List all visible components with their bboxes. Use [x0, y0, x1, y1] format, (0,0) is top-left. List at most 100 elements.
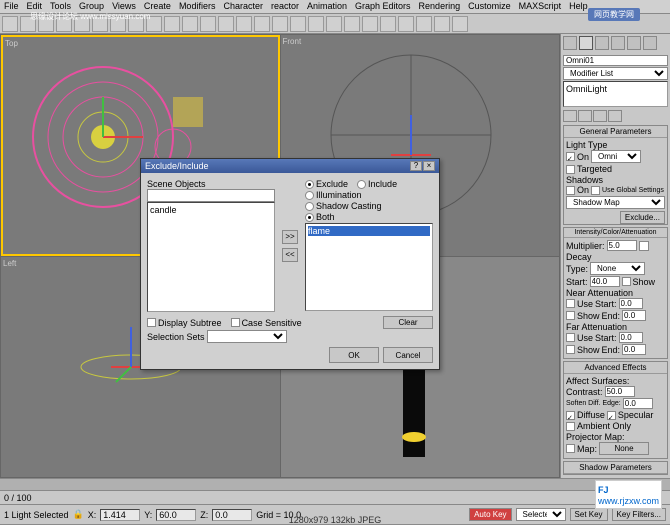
rollout-header[interactable]: Intensity/Color/Attenuation — [564, 228, 667, 238]
far-show-checkbox[interactable] — [566, 345, 575, 354]
toolbar-btn[interactable] — [290, 16, 306, 32]
close-icon[interactable]: × — [423, 161, 435, 171]
display-subtree-checkbox[interactable] — [147, 318, 156, 327]
tab-display[interactable] — [627, 36, 641, 50]
specular-checkbox[interactable] — [607, 411, 616, 420]
toolbar-btn[interactable] — [218, 16, 234, 32]
exclude-radio[interactable] — [305, 180, 314, 189]
toolbar-btn[interactable] — [200, 16, 216, 32]
shadow-type-select[interactable]: Shadow Map — [566, 196, 665, 209]
remove-button[interactable]: << — [282, 248, 298, 262]
map-checkbox[interactable] — [566, 444, 575, 453]
soften-spinner[interactable] — [623, 398, 653, 409]
excluded-list[interactable]: flame — [305, 223, 433, 311]
object-name-field[interactable] — [563, 55, 668, 66]
exclude-button[interactable]: Exclude... — [620, 211, 665, 224]
toolbar-btn[interactable] — [362, 16, 378, 32]
clear-button[interactable]: Clear — [383, 316, 433, 329]
color-swatch[interactable] — [639, 241, 649, 251]
menu-help[interactable]: Help — [569, 1, 588, 12]
stack-btn[interactable] — [608, 110, 622, 122]
menu-modifiers[interactable]: Modifiers — [179, 1, 216, 12]
toolbar-btn[interactable] — [434, 16, 450, 32]
list-item[interactable]: candle — [150, 205, 272, 215]
toolbar-btn[interactable] — [56, 16, 72, 32]
help-icon[interactable]: ? — [410, 161, 422, 171]
ok-button[interactable]: OK — [329, 347, 379, 363]
toolbar-btn[interactable] — [236, 16, 252, 32]
shadowcasting-radio[interactable] — [305, 202, 314, 211]
stack-item[interactable]: OmniLight — [566, 84, 665, 94]
toolbar-btn[interactable] — [326, 16, 342, 32]
add-button[interactable]: >> — [282, 230, 298, 244]
diffuse-checkbox[interactable] — [566, 411, 575, 420]
cancel-button[interactable]: Cancel — [383, 347, 433, 363]
menu-tools[interactable]: Tools — [50, 1, 71, 12]
toolbar-btn[interactable] — [272, 16, 288, 32]
near-show-checkbox[interactable] — [566, 311, 575, 320]
both-radio[interactable] — [305, 213, 314, 222]
menu-views[interactable]: Views — [112, 1, 136, 12]
toolbar-btn[interactable] — [254, 16, 270, 32]
ambient-checkbox[interactable] — [566, 422, 575, 431]
menu-file[interactable]: File — [4, 1, 19, 12]
menu-rendering[interactable]: Rendering — [419, 1, 461, 12]
menu-grapheditors[interactable]: Graph Editors — [355, 1, 411, 12]
toolbar-btn[interactable] — [182, 16, 198, 32]
rollout-header[interactable]: General Parameters — [564, 126, 667, 138]
modifier-list[interactable]: Modifier List — [563, 67, 668, 80]
toolbar-btn[interactable] — [110, 16, 126, 32]
stack-btn[interactable] — [593, 110, 607, 122]
shadows-on-checkbox[interactable] — [566, 186, 575, 195]
menu-edit[interactable]: Edit — [27, 1, 43, 12]
on-checkbox[interactable] — [566, 152, 575, 161]
toolbar-btn[interactable] — [146, 16, 162, 32]
include-radio[interactable] — [357, 180, 366, 189]
stack-btn[interactable] — [563, 110, 577, 122]
tab-utilities[interactable] — [643, 36, 657, 50]
list-item[interactable]: flame — [308, 226, 430, 236]
selection-sets-select[interactable] — [207, 330, 287, 343]
targeted-checkbox[interactable] — [566, 165, 575, 174]
decay-start-spinner[interactable] — [590, 276, 620, 287]
toolbar-btn[interactable] — [92, 16, 108, 32]
menu-animation[interactable]: Animation — [307, 1, 347, 12]
toolbar-btn[interactable] — [380, 16, 396, 32]
rollout-header[interactable]: Shadow Parameters — [564, 462, 667, 474]
toolbar-btn[interactable] — [164, 16, 180, 32]
multiplier-spinner[interactable] — [607, 240, 637, 251]
menu-create[interactable]: Create — [144, 1, 171, 12]
far-use-checkbox[interactable] — [566, 333, 575, 342]
tab-motion[interactable] — [611, 36, 625, 50]
stack-btn[interactable] — [578, 110, 592, 122]
toolbar-btn[interactable] — [308, 16, 324, 32]
toolbar-btn[interactable] — [128, 16, 144, 32]
far-start-spinner[interactable] — [619, 332, 643, 343]
near-start-spinner[interactable] — [619, 298, 643, 309]
near-use-checkbox[interactable] — [566, 299, 575, 308]
rollout-header[interactable]: Advanced Effects — [564, 362, 667, 374]
menu-character[interactable]: Character — [223, 1, 263, 12]
global-checkbox[interactable] — [591, 186, 600, 195]
toolbar-btn[interactable] — [20, 16, 36, 32]
tab-hierarchy[interactable] — [595, 36, 609, 50]
contrast-spinner[interactable] — [605, 386, 635, 397]
toolbar-btn[interactable] — [344, 16, 360, 32]
scene-objects-list[interactable]: candle — [147, 202, 275, 312]
toolbar-btn[interactable] — [2, 16, 18, 32]
toolbar-btn[interactable] — [74, 16, 90, 32]
filter-input[interactable] — [147, 189, 275, 202]
tab-modify[interactable] — [579, 36, 593, 50]
dialog-titlebar[interactable]: Exclude/Include ?× — [141, 159, 439, 173]
menu-maxscript[interactable]: MAXScript — [519, 1, 562, 12]
show-checkbox[interactable] — [622, 277, 631, 286]
toolbar-btn[interactable] — [452, 16, 468, 32]
light-type-select[interactable]: Omni — [591, 150, 641, 163]
decay-select[interactable]: None — [590, 262, 645, 275]
case-sensitive-checkbox[interactable] — [231, 318, 240, 327]
menu-group[interactable]: Group — [79, 1, 104, 12]
toolbar-btn[interactable] — [38, 16, 54, 32]
timeline[interactable] — [0, 478, 670, 490]
menu-customize[interactable]: Customize — [468, 1, 511, 12]
toolbar-btn[interactable] — [416, 16, 432, 32]
